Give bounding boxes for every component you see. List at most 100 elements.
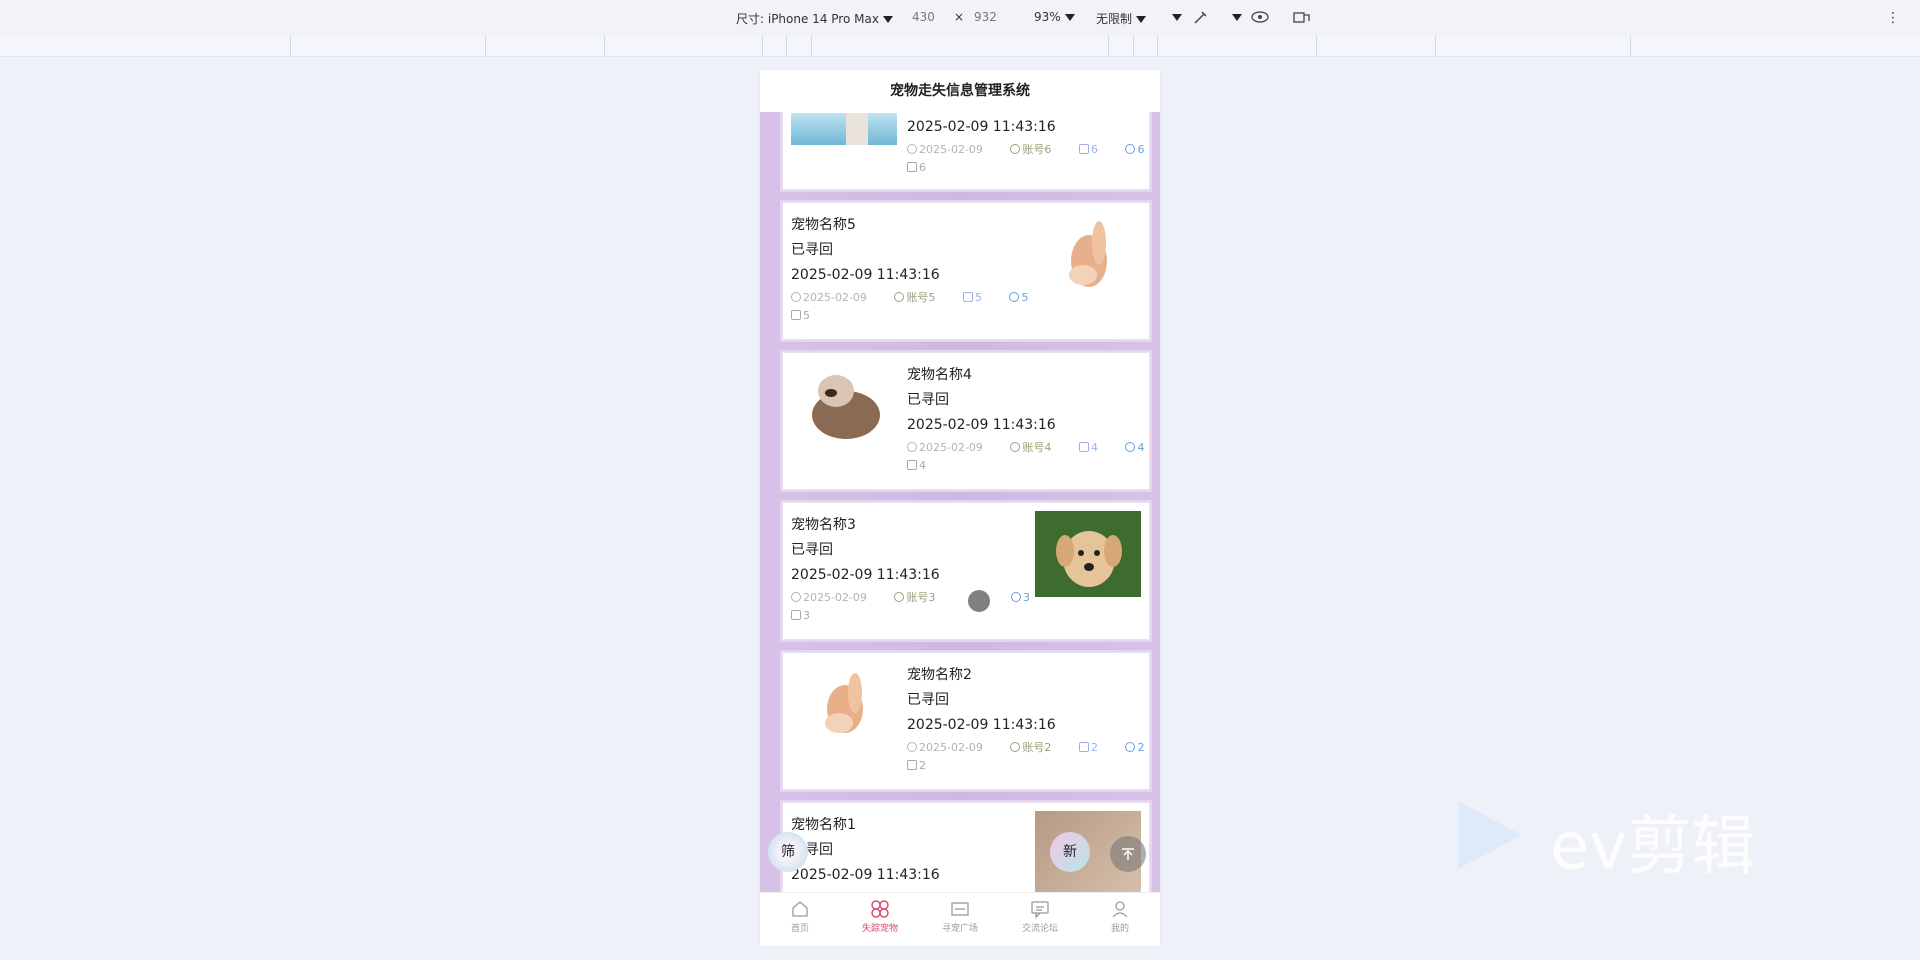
pet-card[interactable]: 2025-02-09 11:43:16 2025-02-09 账号6 6 6 6	[782, 112, 1150, 190]
pet-info: 宠物名称3 已寻回 2025-02-09 11:43:16	[791, 513, 940, 588]
like-count: 5	[974, 291, 982, 304]
tab-label: 失踪宠物	[861, 924, 898, 934]
pet-card[interactable]: 宠物名称4 已寻回 2025-02-09 11:43:16 2025-02-09…	[782, 352, 1150, 490]
clock-icon	[791, 292, 801, 302]
pet-meta: 2025-02-09 账号4 4 4	[907, 439, 1144, 455]
ruler-tick	[485, 36, 486, 56]
clock-icon	[791, 592, 801, 602]
tab-mine[interactable]: 我的	[1080, 899, 1160, 934]
back-to-top-button[interactable]	[1110, 836, 1146, 872]
eye-icon[interactable]	[1250, 8, 1270, 29]
pet-info: 2025-02-09 11:43:16	[907, 115, 1056, 140]
phone-viewport: 宠物走失信息管理系统 2025-02-09 11:43:16 2025-02-0…	[760, 70, 1160, 946]
pet-info: 宠物名称4 已寻回 2025-02-09 11:43:16	[907, 363, 1056, 438]
pet-card[interactable]: 宠物名称1 寻回 2025-02-09 11:43:16	[782, 802, 1150, 892]
ruler-tick	[604, 36, 605, 56]
filter-button[interactable]: 筛	[768, 832, 808, 872]
pet-card[interactable]: 宠物名称3 已寻回 2025-02-09 11:43:16 2025-02-09…	[782, 502, 1150, 640]
pet-time: 2025-02-09 11:43:16	[907, 417, 1056, 433]
tab-label: 我的	[1110, 924, 1129, 934]
pet-card[interactable]: 宠物名称2 已寻回 2025-02-09 11:43:16 2025-02-09…	[782, 652, 1150, 790]
bottom-tab-bar: 首页 失踪宠物 寻宠广场 交流论坛 我的	[760, 892, 1160, 946]
pet-thumbnail	[1035, 511, 1141, 597]
ruler-tick	[1435, 36, 1436, 56]
pet-time: 2025-02-09 11:43:16	[791, 567, 940, 583]
pet-owner: 账号2	[1022, 741, 1052, 754]
pet-info: 宠物名称5 已寻回 2025-02-09 11:43:16	[791, 213, 940, 288]
thumbs-up-icon	[1078, 742, 1089, 752]
height-input[interactable]: 932	[974, 10, 997, 24]
comment-meta: 2	[907, 759, 926, 772]
comment-icon	[907, 460, 917, 470]
pet-meta: 2025-02-09 账号6 6 6	[907, 141, 1144, 157]
app-title: 宠物走失信息管理系统	[760, 70, 1160, 112]
tab-label: 交流论坛	[1021, 924, 1058, 934]
ruler-tick	[762, 36, 763, 56]
sensor-icon[interactable]	[1192, 8, 1210, 29]
pet-thumbnail	[791, 113, 897, 145]
video-watermark: ev剪辑	[1450, 795, 1830, 884]
dropdown-icon	[1064, 14, 1075, 21]
ruler-tick	[786, 36, 787, 56]
user-icon	[1010, 742, 1021, 752]
comment-meta: 4	[907, 459, 926, 472]
device-label: 尺寸: iPhone 14 Pro Max	[736, 12, 879, 26]
rotate-icon[interactable]	[1292, 8, 1312, 29]
pet-date: 2025-02-09	[803, 591, 867, 604]
pet-name: 宠物名称1	[791, 817, 856, 833]
user-icon	[1010, 144, 1021, 154]
user-icon	[894, 592, 905, 602]
pet-date: 2025-02-09	[919, 143, 983, 156]
pet-owner: 账号4	[1022, 441, 1052, 454]
pet-owner: 账号5	[906, 291, 936, 304]
ruler-tick	[811, 36, 812, 56]
fav-count: 4	[1137, 441, 1145, 454]
tab-lost-pets[interactable]: 失踪宠物	[840, 899, 920, 934]
new-post-button[interactable]: 新	[1050, 832, 1090, 872]
pet-name: 宠物名称2	[907, 667, 972, 683]
thumbs-up-icon	[1078, 144, 1089, 154]
pet-meta: 2025-02-09 账号5 5 5	[791, 289, 1028, 305]
dropdown-icon	[1172, 14, 1182, 21]
comment-count: 6	[919, 161, 926, 174]
pet-meta: 2025-02-09 账号2 2 2	[907, 739, 1144, 755]
comment-count: 3	[803, 609, 810, 622]
dropdown-icon	[882, 16, 893, 23]
rotate-dropdown[interactable]	[1168, 10, 1182, 24]
fav-count: 5	[1021, 291, 1029, 304]
pet-info: 宠物名称1 寻回 2025-02-09 11:43:16	[791, 813, 940, 888]
zoom-selector[interactable]: 93%	[1034, 10, 1075, 24]
pet-meta: 2025-02-09 账号3 3	[791, 589, 1030, 605]
ruler-tick	[1316, 36, 1317, 56]
throttle-label: 无限制	[1096, 12, 1133, 26]
tab-home[interactable]: 首页	[760, 899, 840, 934]
comment-icon	[907, 162, 917, 172]
arrow-up-icon	[1122, 847, 1134, 860]
dropdown-icon	[1136, 16, 1147, 23]
throttle-selector[interactable]: 无限制	[1096, 10, 1147, 27]
tab-forum[interactable]: 交流论坛	[1000, 899, 1080, 934]
pet-owner: 账号3	[906, 591, 936, 604]
width-input[interactable]: 430	[912, 10, 935, 24]
comment-icon	[791, 310, 801, 320]
like-count: 6	[1090, 143, 1098, 156]
pet-time: 2025-02-09 11:43:16	[907, 119, 1056, 135]
pet-thumbnail	[791, 363, 897, 449]
pet-name: 宠物名称3	[791, 517, 856, 533]
clock-icon	[907, 742, 917, 752]
pet-status: 已寻回	[791, 242, 833, 258]
device-selector[interactable]: 尺寸: iPhone 14 Pro Max	[736, 10, 893, 27]
lost-pet-list[interactable]: 2025-02-09 11:43:16 2025-02-09 账号6 6 6 6…	[760, 112, 1160, 892]
tab-search-square[interactable]: 寻宠广场	[920, 899, 1000, 934]
pet-card[interactable]: 宠物名称5 已寻回 2025-02-09 11:43:16 2025-02-09…	[782, 202, 1150, 340]
visibility-dropdown[interactable]	[1228, 10, 1242, 24]
ruler-tick	[1133, 36, 1134, 56]
pet-date: 2025-02-09	[803, 291, 867, 304]
ruler-tick	[1630, 36, 1631, 56]
comment-count: 5	[803, 309, 810, 322]
pet-status: 寻回	[805, 842, 833, 858]
user-icon	[1112, 901, 1128, 918]
ruler-tick	[290, 36, 291, 56]
star-icon	[1125, 442, 1136, 452]
more-options-icon[interactable]: ⋮	[1886, 10, 1900, 26]
